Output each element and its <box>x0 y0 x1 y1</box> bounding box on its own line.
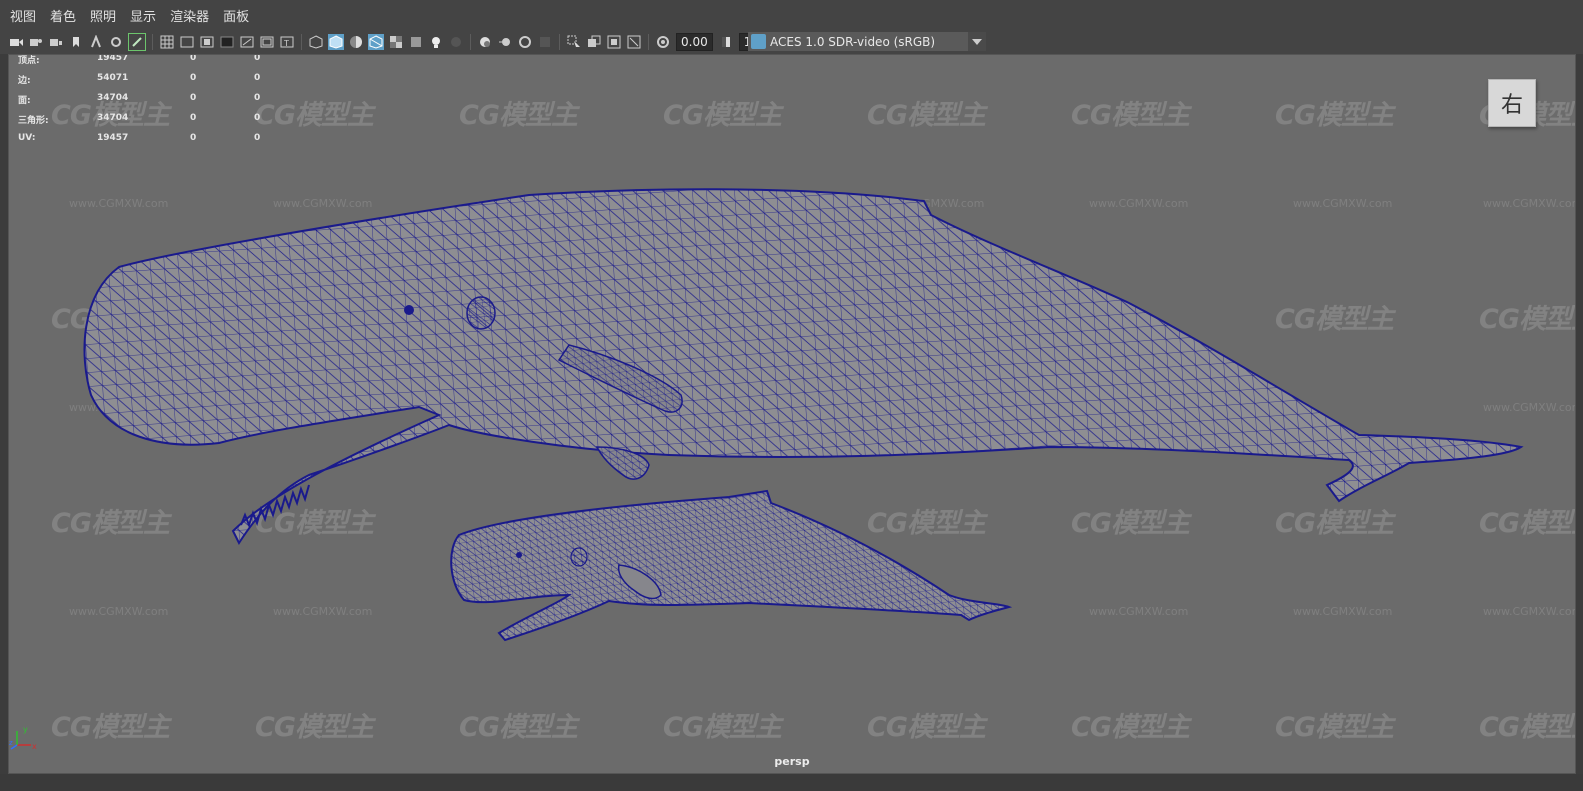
hud-value-triangles-selected: 0 <box>190 113 197 123</box>
z-axis-label: z <box>9 739 13 747</box>
wireframe-on-shaded-icon[interactable] <box>368 34 384 50</box>
bookmark-icon[interactable] <box>68 34 84 50</box>
hud-value-faces-selected: 0 <box>190 93 197 103</box>
ambient-occlusion-icon[interactable] <box>477 34 493 50</box>
hud-value-vertices-components: 0 <box>254 54 261 63</box>
toggle-hud-icon[interactable] <box>626 34 642 50</box>
exposure-field[interactable]: 0.00 <box>676 33 713 51</box>
hud-value-uv-selected: 0 <box>190 133 197 143</box>
hud-label-faces: 面: <box>18 96 31 106</box>
anti-alias-icon[interactable] <box>517 34 533 50</box>
safe-action-icon[interactable] <box>259 34 275 50</box>
3d-viewport[interactable]: CG模型主 CG模型主 CG模型主 CG模型主 CG模型主 CG模型主 CG模型… <box>8 54 1576 774</box>
toolbar-separator <box>648 34 649 50</box>
exposure-icon[interactable] <box>655 34 671 50</box>
hud-value-uv-components: 0 <box>254 133 261 143</box>
default-material-icon[interactable] <box>348 34 364 50</box>
hud-value-triangles-components: 0 <box>254 113 261 123</box>
color-space-label: ACES 1.0 SDR-video (sRGB) <box>770 34 936 49</box>
hud-value-triangles: 34704 <box>97 113 129 123</box>
hud-label-edges: 边: <box>18 76 31 86</box>
field-chart-icon[interactable] <box>239 34 255 50</box>
viewport-menubar: 视图 着色 照明 显示 渲染器 面板 <box>0 0 1583 30</box>
rotate-icon[interactable] <box>108 34 124 50</box>
color-space-dropdown[interactable]: ACES 1.0 SDR-video (sRGB) <box>748 32 986 51</box>
textured-icon[interactable] <box>408 34 424 50</box>
film-gate-icon[interactable] <box>179 34 195 50</box>
hud-value-faces-components: 0 <box>254 93 261 103</box>
gamma-icon[interactable] <box>718 34 734 50</box>
menu-show[interactable]: 显示 <box>123 6 163 25</box>
hud-value-edges-components: 0 <box>254 73 261 83</box>
hud-label-vertices: 顶点: <box>18 56 40 66</box>
lights-icon[interactable] <box>428 34 444 50</box>
menu-shading[interactable]: 着色 <box>43 6 83 25</box>
toolbar-separator <box>301 34 302 50</box>
toolbar-separator <box>152 34 153 50</box>
camera-attributes-icon[interactable] <box>28 34 44 50</box>
hud-label-triangles: 三角形: <box>18 116 49 126</box>
svg-text:T: T <box>283 39 289 48</box>
image-plane-icon[interactable] <box>88 34 104 50</box>
resolution-gate-icon[interactable] <box>199 34 215 50</box>
xray-icon[interactable] <box>388 34 404 50</box>
menu-view[interactable]: 视图 <box>0 6 43 25</box>
view-cube[interactable]: 右 <box>1488 79 1536 127</box>
menu-panels[interactable]: 面板 <box>216 6 256 25</box>
adult-whale-mesh[interactable] <box>83 188 1524 546</box>
view-cube-face-label: 右 <box>1500 93 1523 118</box>
menu-lighting[interactable]: 照明 <box>83 6 123 25</box>
frame-selected-icon[interactable] <box>606 34 622 50</box>
axis-gizmo: y x z <box>9 725 37 751</box>
wireframe-icon[interactable] <box>308 34 324 50</box>
calf-whale-mesh[interactable] <box>450 489 1013 642</box>
pen-icon[interactable] <box>128 33 146 51</box>
camera-lock-icon[interactable] <box>48 34 64 50</box>
gate-mask-icon[interactable] <box>219 34 235 50</box>
hud-label-uv: UV: <box>18 133 36 143</box>
x-axis-label: x <box>32 742 37 751</box>
hud-value-vertices-selected: 0 <box>190 54 197 63</box>
hud-value-uv: 19457 <box>97 133 129 143</box>
hud-value-edges: 54071 <box>97 73 129 83</box>
isolate-select-icon[interactable] <box>566 34 582 50</box>
whale-models[interactable] <box>9 55 1576 774</box>
select-camera-icon[interactable] <box>8 34 24 50</box>
color-management-icon[interactable] <box>751 34 766 49</box>
camera-name-label: persp <box>774 755 810 768</box>
toolbar-separator <box>559 34 560 50</box>
frame-all-icon[interactable] <box>586 34 602 50</box>
depth-of-field-icon[interactable] <box>537 34 553 50</box>
shadows-icon[interactable] <box>448 34 464 50</box>
hud-value-faces: 34704 <box>97 93 129 103</box>
hud-value-vertices: 19457 <box>97 54 129 63</box>
motion-blur-icon[interactable] <box>497 34 513 50</box>
bottom-bar <box>0 774 1583 791</box>
safe-title-icon[interactable]: T <box>279 34 295 50</box>
menu-renderer[interactable]: 渲染器 <box>163 6 216 25</box>
y-axis-label: y <box>23 725 28 734</box>
smooth-shade-icon[interactable] <box>328 34 344 50</box>
chevron-down-icon <box>968 32 986 51</box>
hud-value-edges-selected: 0 <box>190 73 197 83</box>
grid-icon[interactable] <box>159 34 175 50</box>
toolbar-separator <box>470 34 471 50</box>
